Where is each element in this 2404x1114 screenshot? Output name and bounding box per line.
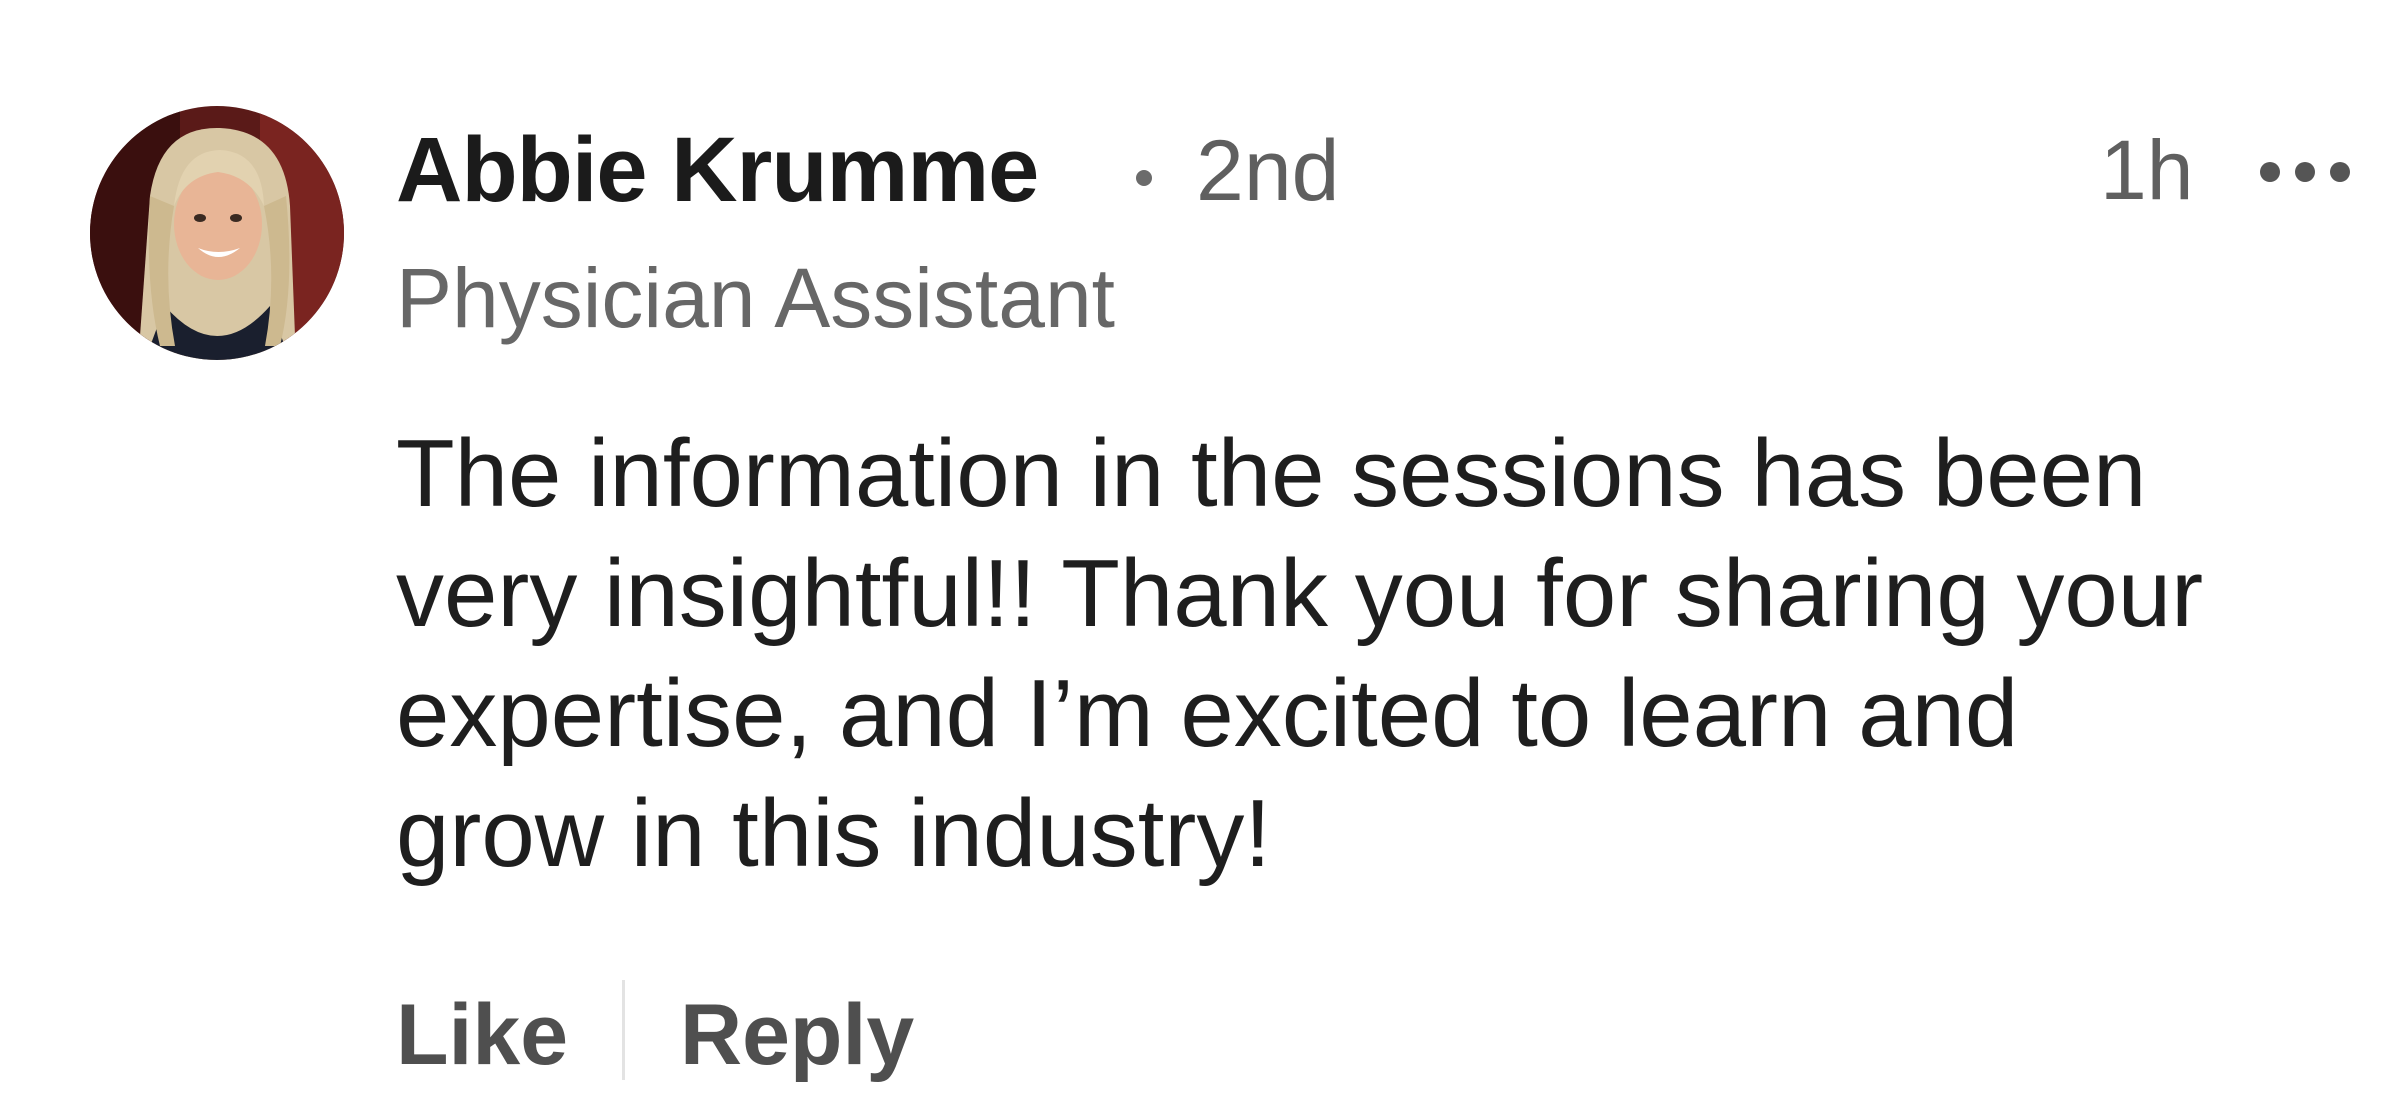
author-headline: Physician Assistant bbox=[396, 251, 1116, 345]
ellipsis-icon bbox=[2330, 162, 2350, 182]
comment-card: Abbie Krumme 2nd 1h Physician Assistant … bbox=[0, 0, 2404, 1114]
comment-text-line: grow in this industry! bbox=[396, 780, 1272, 887]
author-name[interactable]: Abbie Krumme bbox=[396, 124, 1039, 216]
ellipsis-icon bbox=[2260, 162, 2280, 182]
separator-dot bbox=[1136, 170, 1152, 186]
comment-text: The information in the sessions has been… bbox=[396, 414, 2376, 894]
comment-text-line: expertise, and I’m excited to learn and bbox=[396, 660, 2019, 767]
more-options-button[interactable] bbox=[2260, 150, 2350, 194]
comment-text-line: The information in the sessions has been bbox=[396, 420, 2147, 527]
timestamp: 1h bbox=[2100, 123, 2194, 217]
profile-photo-icon bbox=[90, 106, 344, 360]
ellipsis-icon bbox=[2295, 162, 2315, 182]
avatar[interactable] bbox=[90, 106, 344, 360]
reply-button[interactable]: Reply bbox=[680, 992, 914, 1078]
action-divider bbox=[622, 980, 625, 1080]
like-button[interactable]: Like bbox=[396, 992, 568, 1078]
connection-degree: 2nd bbox=[1196, 123, 1340, 219]
comment-text-line: very insightful!! Thank you for sharing … bbox=[396, 540, 2204, 647]
